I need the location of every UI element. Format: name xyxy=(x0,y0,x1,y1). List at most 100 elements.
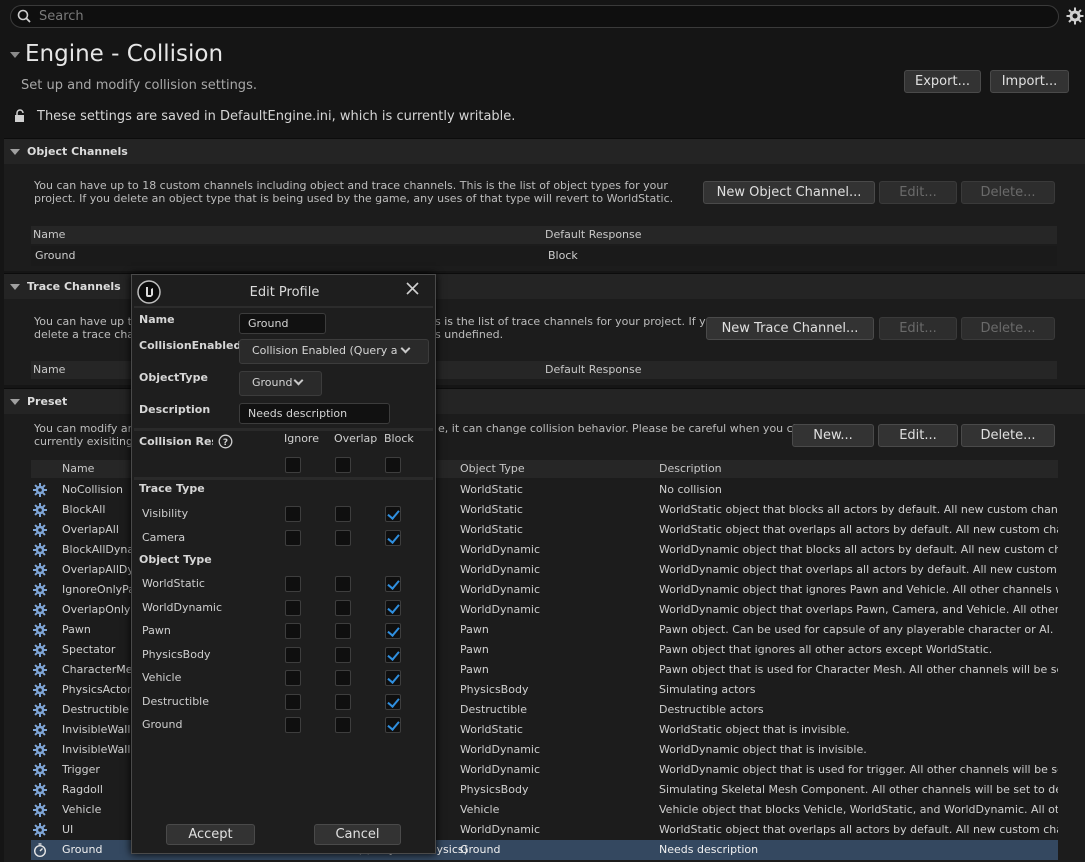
object-type-dropdown[interactable]: Ground xyxy=(239,371,322,396)
gear-cog-icon xyxy=(33,603,47,617)
new-object-channel-button[interactable]: New Object Channel... xyxy=(703,181,875,204)
channel-response: Block xyxy=(548,249,578,262)
channel-label: WorldStatic xyxy=(142,577,205,590)
overlap-checkbox[interactable] xyxy=(335,576,351,592)
overlap-checkbox[interactable] xyxy=(335,599,351,616)
block-checkbox[interactable] xyxy=(385,623,401,639)
preset-name: OverlapAll xyxy=(62,523,119,536)
preset-name: UI xyxy=(62,823,74,836)
overlap-checkbox[interactable] xyxy=(335,670,351,686)
object-channels-header[interactable]: Object Channels xyxy=(4,138,1085,164)
cancel-button[interactable]: Cancel xyxy=(314,824,401,845)
ignore-checkbox[interactable] xyxy=(285,717,301,733)
collapse-arrow-icon[interactable] xyxy=(10,149,20,155)
object-type-label: ObjectType xyxy=(139,371,208,384)
object-channels-column-header: Name Default Response xyxy=(31,226,1057,244)
gear-cog-icon xyxy=(33,763,47,777)
gear-cog-icon xyxy=(33,583,47,597)
block-all-checkbox[interactable] xyxy=(385,457,401,473)
name-field[interactable]: Ground xyxy=(239,313,326,334)
search-input[interactable] xyxy=(39,8,1039,25)
delete-object-channel-button[interactable]: Delete... xyxy=(961,181,1055,204)
overlap-checkbox[interactable] xyxy=(335,529,351,546)
table-row[interactable]: Ground Block xyxy=(31,246,1057,266)
search-bar[interactable] xyxy=(10,5,1059,28)
search-icon xyxy=(17,9,31,23)
svg-text:?: ? xyxy=(223,438,228,448)
block-checkbox[interactable] xyxy=(385,529,401,546)
channel-name: Ground xyxy=(35,249,76,262)
block-checkbox[interactable] xyxy=(385,717,401,733)
preset-name: Ground xyxy=(62,843,103,856)
ignore-checkbox[interactable] xyxy=(285,506,301,522)
block-checkbox[interactable] xyxy=(385,506,401,522)
collision-enabled-dropdown[interactable]: Collision Enabled (Query and Physics) xyxy=(239,339,429,364)
overlap-checkbox[interactable] xyxy=(335,693,351,710)
block-checkbox[interactable] xyxy=(385,646,401,663)
overlap-checkbox[interactable] xyxy=(335,717,351,733)
divider xyxy=(134,306,433,308)
edit-profile-dialog: Edit Profile Name Ground CollisionEnable… xyxy=(131,274,436,854)
preset-description: Pawn object that is used for Character M… xyxy=(659,663,1058,676)
preset-name: Pawn xyxy=(62,623,91,636)
new-preset-button[interactable]: New... xyxy=(792,424,874,447)
ignore-checkbox[interactable] xyxy=(285,693,301,710)
ignore-checkbox[interactable] xyxy=(285,529,301,546)
export-button[interactable]: Export... xyxy=(904,70,981,93)
section-title: Preset xyxy=(27,395,68,408)
collapse-arrow-icon[interactable] xyxy=(10,284,20,290)
overlap-checkbox[interactable] xyxy=(335,646,351,663)
ignore-checkbox[interactable] xyxy=(285,576,301,592)
preset-name: Destructible xyxy=(62,703,129,716)
collapse-arrow-icon[interactable] xyxy=(10,399,20,405)
settings-gear-icon[interactable] xyxy=(1066,7,1084,25)
close-icon[interactable] xyxy=(406,282,419,295)
ignore-checkbox[interactable] xyxy=(285,670,301,686)
channel-label: PhysicsBody xyxy=(142,647,211,661)
dropdown-value: Collision Enabled (Query and Physics) xyxy=(252,344,398,357)
new-trace-channel-button[interactable]: New Trace Channel... xyxy=(706,317,874,340)
description-label: Description xyxy=(139,403,211,416)
overlap-checkbox[interactable] xyxy=(335,623,351,639)
column-default-response: Default Response xyxy=(545,363,642,376)
preset-object-type: WorldDynamic xyxy=(460,823,541,836)
object-type-group-label: Object Type xyxy=(139,553,212,566)
block-checkbox[interactable] xyxy=(385,693,401,710)
accept-button[interactable]: Accept xyxy=(166,824,255,845)
gear-cog-icon xyxy=(33,823,47,837)
collapse-arrow-icon[interactable] xyxy=(10,52,20,58)
preset-object-type: PhysicsBody xyxy=(460,783,529,796)
gear-cog-icon xyxy=(33,503,47,517)
block-checkbox[interactable] xyxy=(385,599,401,616)
preset-description-left: You can modify any currently exisiting ( xyxy=(34,422,141,448)
preset-description: Simulating actors xyxy=(659,683,756,696)
description-field[interactable]: Needs description xyxy=(239,403,390,424)
preset-description: Needs description xyxy=(659,843,759,856)
help-icon[interactable]: ? xyxy=(218,434,233,449)
channel-label: WorldDynamic xyxy=(142,600,223,614)
name-label: Name xyxy=(139,313,175,326)
collision-enabled-label: CollisionEnabled xyxy=(139,339,242,352)
preset-object-type: WorldDynamic xyxy=(460,563,541,576)
block-checkbox[interactable] xyxy=(385,576,401,592)
ignore-checkbox[interactable] xyxy=(285,623,301,639)
gear-cog-icon xyxy=(33,563,47,577)
preset-object-type: WorldDynamic xyxy=(460,543,541,556)
delete-preset-button[interactable]: Delete... xyxy=(961,424,1055,447)
overlap-checkbox[interactable] xyxy=(335,506,351,522)
edit-object-channel-button[interactable]: Edit... xyxy=(879,181,957,204)
preset-object-type: Ground xyxy=(460,843,501,856)
edit-preset-button[interactable]: Edit... xyxy=(878,424,958,447)
collision-responses-label: Collision Respo xyxy=(139,435,213,448)
ignore-checkbox[interactable] xyxy=(285,646,301,663)
ignore-checkbox[interactable] xyxy=(285,599,301,616)
edit-trace-channel-button[interactable]: Edit... xyxy=(879,317,957,340)
import-button[interactable]: Import... xyxy=(990,70,1069,93)
overlap-all-checkbox[interactable] xyxy=(335,457,351,473)
preset-object-type: Vehicle xyxy=(460,803,500,816)
block-checkbox[interactable] xyxy=(385,670,401,686)
channel-label: Pawn xyxy=(142,624,171,637)
preset-object-type: WorldStatic xyxy=(460,483,523,496)
delete-trace-channel-button[interactable]: Delete... xyxy=(961,317,1055,340)
ignore-all-checkbox[interactable] xyxy=(285,457,301,473)
